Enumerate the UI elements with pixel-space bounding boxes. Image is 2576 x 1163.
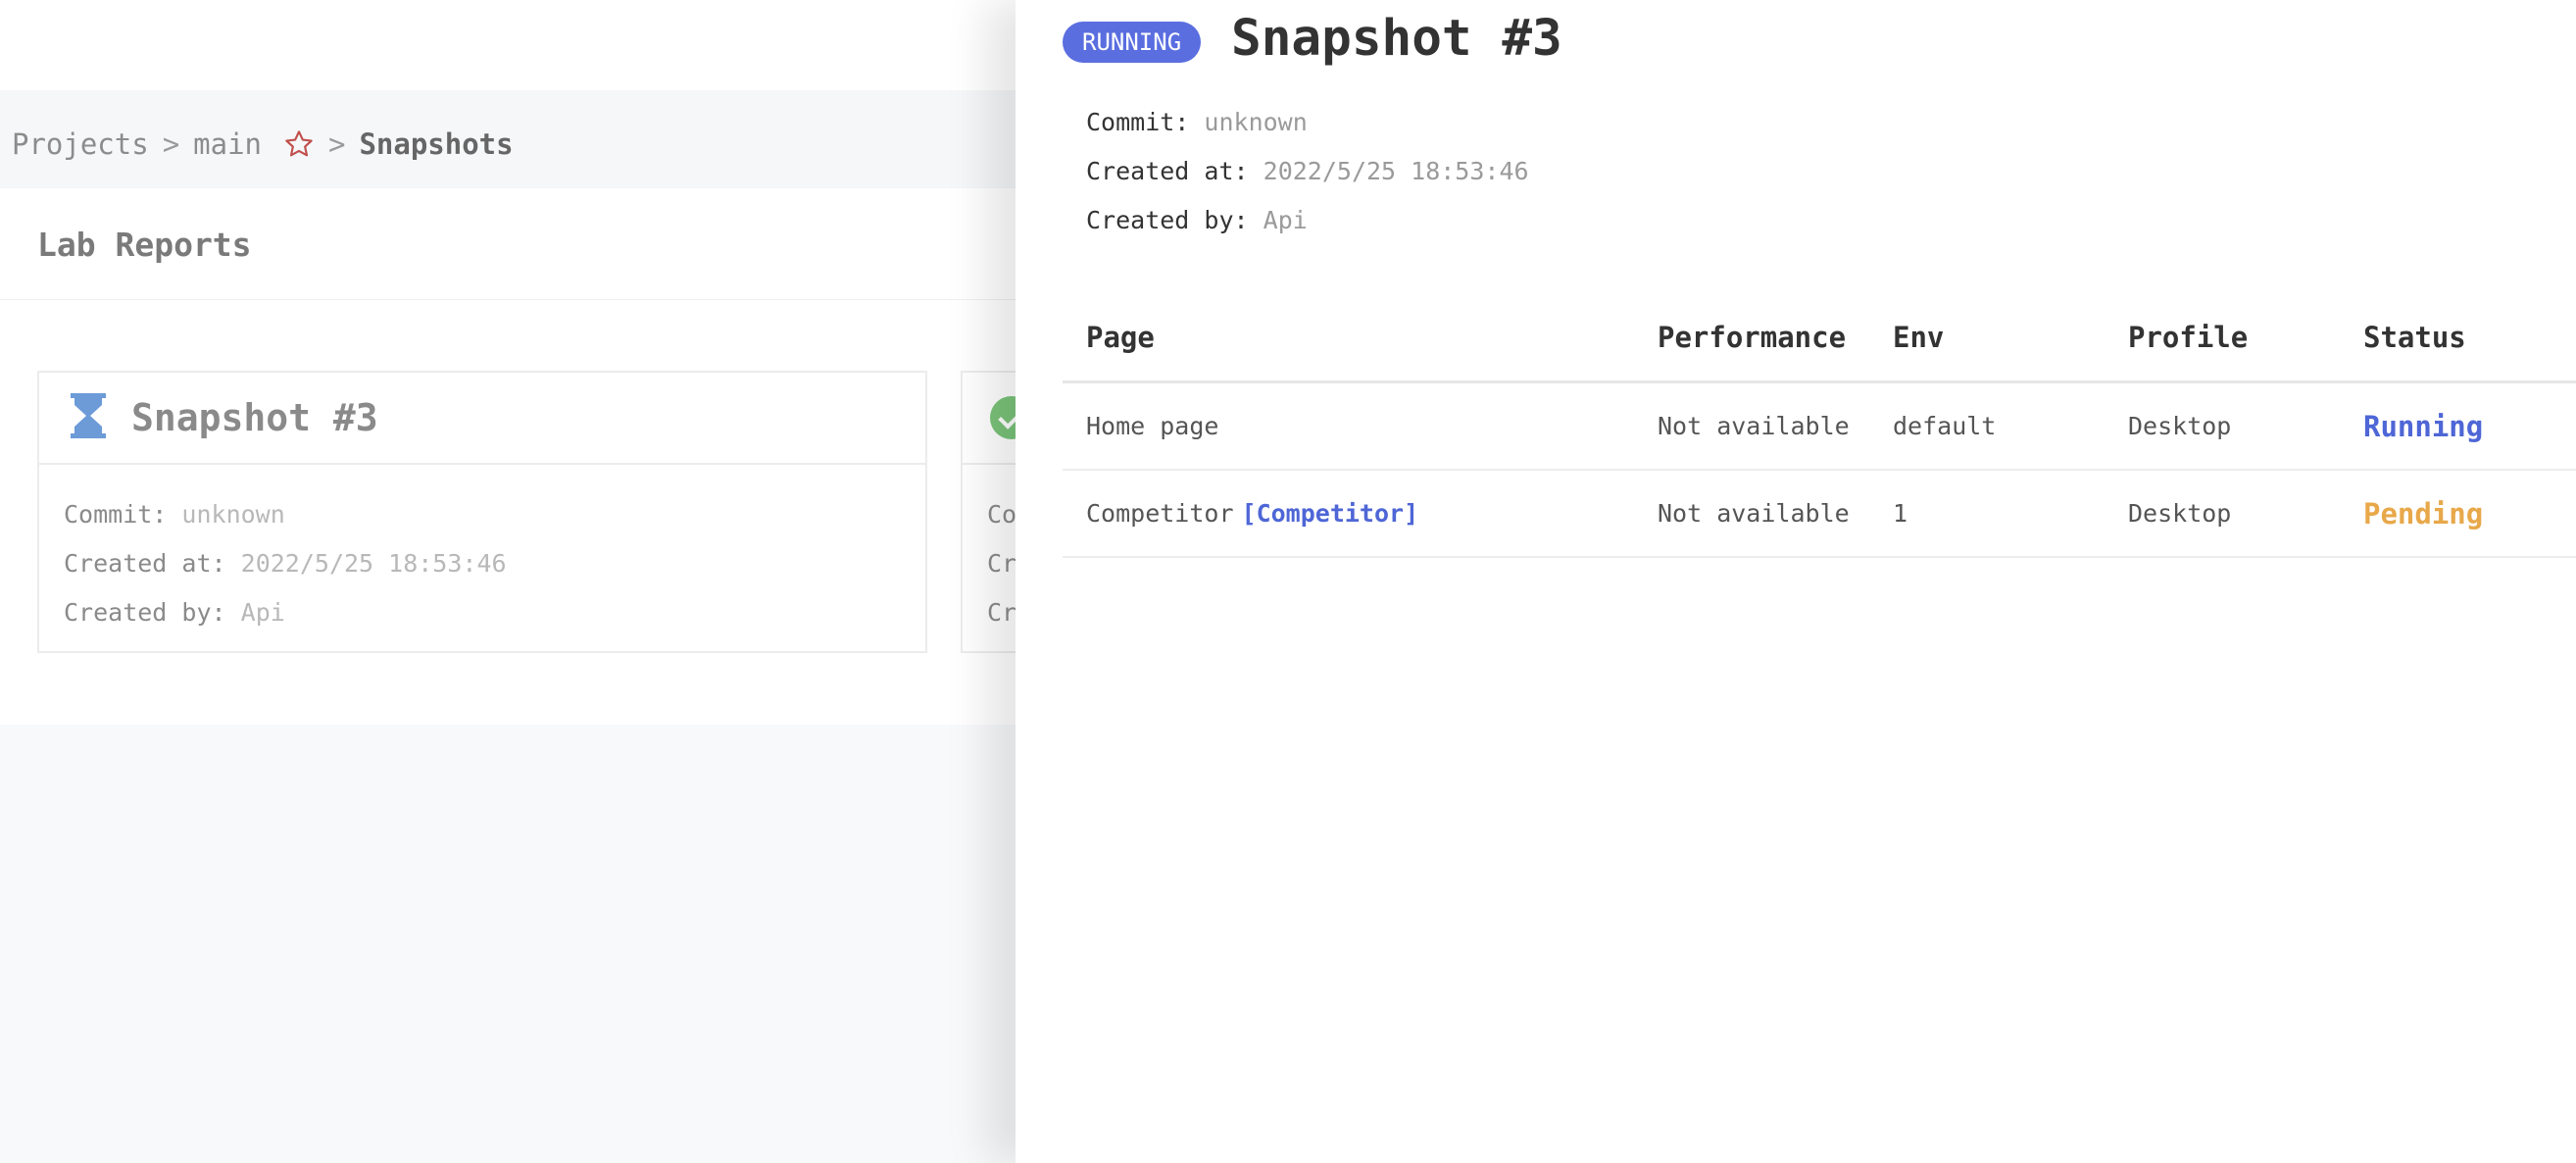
pages-table: Page Performance Env Profile Status Home… xyxy=(1063,294,2576,558)
created-by-label: Created by: xyxy=(1086,206,1249,234)
snapshot-detail-drawer: RUNNING Snapshot #3 Commit: unknown Crea… xyxy=(1016,0,2576,1163)
snapshot-card-title[interactable]: Snapshot #3 xyxy=(131,396,378,439)
snapshot-card-header: Snapshot #3 xyxy=(39,373,925,465)
breadcrumb-item-main[interactable]: main xyxy=(193,127,262,161)
profile-cell: Desktop xyxy=(2128,412,2232,440)
column-header-page[interactable]: Page xyxy=(1086,294,1155,380)
breadcrumb-separator: > xyxy=(162,127,180,161)
commit-row: Commit: unknown xyxy=(64,490,925,539)
column-header-env[interactable]: Env xyxy=(1893,294,1944,380)
profile-cell: Desktop xyxy=(2128,499,2232,528)
top-navigation-bar xyxy=(0,0,1019,90)
drawer-title: Snapshot #3 xyxy=(1231,10,1562,68)
star-outline-icon[interactable] xyxy=(283,128,315,160)
snapshot-card-meta: Commit: unknown Created at: 2022/5/25 18… xyxy=(39,465,925,637)
env-cell: 1 xyxy=(1893,499,1908,528)
performance-cell: Not available xyxy=(1658,412,1850,440)
created-by-value: Api xyxy=(1263,206,1308,234)
commit-row: Commit: unknown xyxy=(1086,98,1529,147)
table-header: Page Performance Env Profile Status xyxy=(1063,294,2576,383)
created-at-row: Created at: 2022/5/25 18:53:46 xyxy=(64,539,925,588)
section-title: Lab Reports xyxy=(37,226,252,264)
divider xyxy=(0,299,1019,300)
page-cell: Home page xyxy=(1086,383,1218,469)
created-at-value: 2022/5/25 18:53:46 xyxy=(1263,157,1529,185)
snapshot-meta: Commit: unknown Created at: 2022/5/25 18… xyxy=(1086,98,1529,245)
created-at-value: 2022/5/25 18:53:46 xyxy=(240,549,507,578)
created-by-row: Created by: Api xyxy=(64,588,925,637)
commit-value: unknown xyxy=(1204,108,1308,136)
created-by-label: Created by: xyxy=(64,598,226,627)
created-at-label: Created at: xyxy=(1086,157,1249,185)
created-at-label: Created at: xyxy=(64,549,226,578)
created-by-row: Created by: Api xyxy=(1086,196,1529,245)
column-header-performance[interactable]: Performance xyxy=(1658,294,1846,380)
table-row[interactable]: Home page Not available default Desktop … xyxy=(1063,383,2576,471)
page-cell: Competitor [Competitor] xyxy=(1086,471,1418,556)
hourglass-icon xyxy=(69,393,108,442)
breadcrumb-item-projects[interactable]: Projects xyxy=(12,127,149,161)
commit-label: Commit: xyxy=(64,500,168,529)
column-header-status[interactable]: Status xyxy=(2363,294,2466,380)
created-at-row: Created at: 2022/5/25 18:53:46 xyxy=(1086,147,1529,196)
page-name: Home page xyxy=(1086,412,1219,440)
status-cell[interactable]: Pending xyxy=(2363,471,2483,556)
env-cell: default xyxy=(1893,412,1997,440)
breadcrumb: Projects > main > Snapshots xyxy=(12,127,514,161)
breadcrumb-item-snapshots: Snapshots xyxy=(359,127,514,161)
column-header-profile[interactable]: Profile xyxy=(2128,294,2248,380)
table-row[interactable]: Competitor [Competitor] Not available 1 … xyxy=(1063,471,2576,558)
commit-value: unknown xyxy=(181,500,285,529)
created-by-value: Api xyxy=(240,598,285,627)
status-cell[interactable]: Running xyxy=(2363,383,2483,469)
snapshot-card[interactable]: Snapshot #3 Commit: unknown Created at: … xyxy=(37,371,927,653)
commit-label: Commit: xyxy=(1086,108,1190,136)
breadcrumb-separator: > xyxy=(328,127,346,161)
page-name: Competitor xyxy=(1086,499,1234,528)
competitor-tag-link[interactable]: [Competitor] xyxy=(1242,499,1419,528)
status-badge: RUNNING xyxy=(1063,22,1202,63)
performance-cell: Not available xyxy=(1658,499,1850,528)
